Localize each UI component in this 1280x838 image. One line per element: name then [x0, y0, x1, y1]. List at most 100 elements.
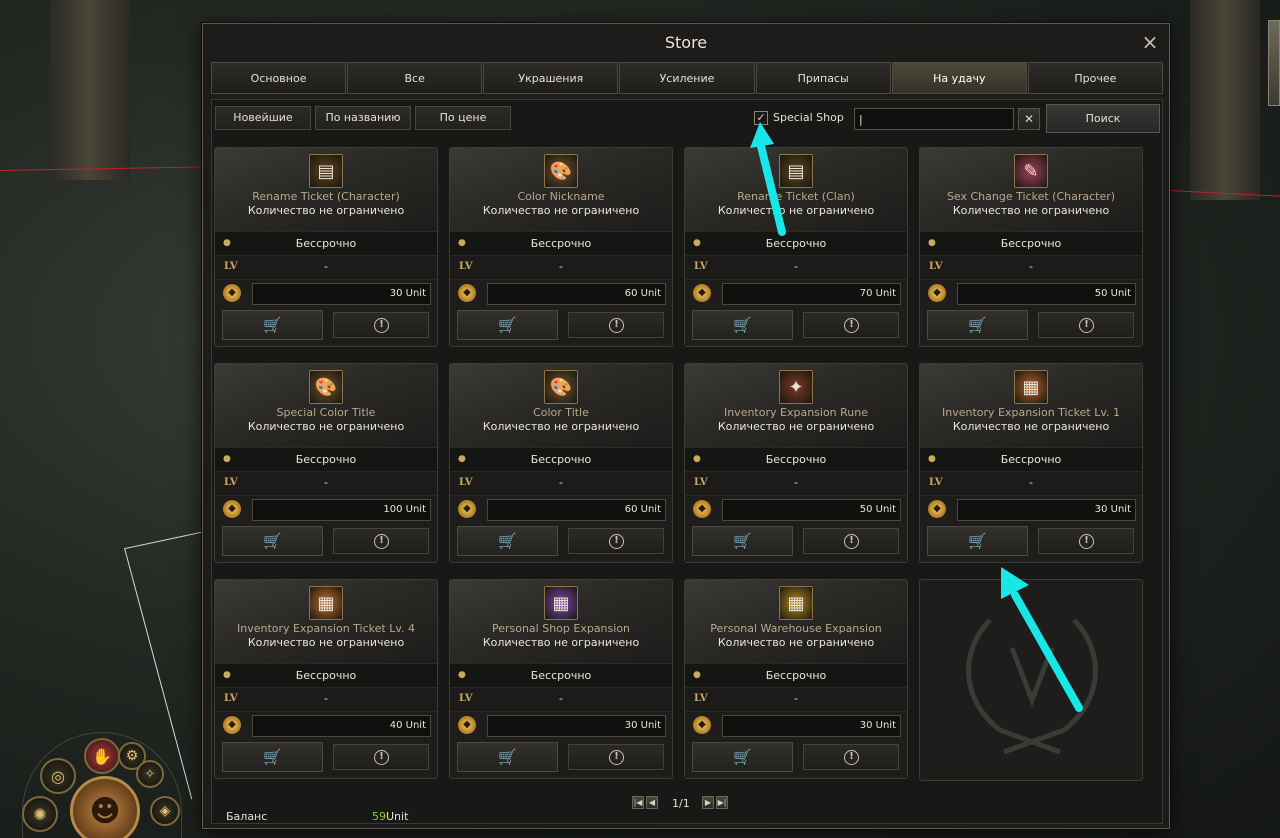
- item-quantity: Количество не ограничено: [482, 420, 640, 433]
- item-price: 100 Unit: [252, 499, 431, 521]
- special-shop-checkbox[interactable]: ✓: [754, 111, 768, 125]
- item-quantity: Количество не ограничено: [482, 204, 640, 217]
- level-value: -: [1029, 476, 1033, 489]
- info-icon: !: [1079, 318, 1094, 333]
- info-button[interactable]: !: [803, 312, 899, 338]
- cart-icon[interactable]: 🛒: [692, 310, 793, 340]
- cart-icon[interactable]: 🛒: [692, 742, 793, 772]
- background-pillar-left: [50, 0, 130, 180]
- clear-search-icon[interactable]: ✕: [1018, 108, 1040, 130]
- tab-all[interactable]: Все: [347, 62, 483, 94]
- item-card-header: ▤ Rename Ticket (Character) Количество не …: [215, 148, 437, 232]
- item-card: ▦ Inventory Expansion Ticket Lv. 4 Количес…: [214, 579, 438, 779]
- item-name: Inventory Expansion Ticket Lv. 4: [237, 622, 415, 635]
- hud-buff-button[interactable]: ✺: [22, 796, 58, 832]
- item-card: 🎨 Color Nickname Количество не ограничено ●…: [449, 147, 673, 347]
- item-name: Sex Change Ticket (Character): [946, 190, 1116, 203]
- tab-enhancement[interactable]: Усиление: [619, 62, 755, 94]
- next-page-icon[interactable]: ▶: [702, 796, 714, 809]
- duration-value: Бессрочно: [530, 453, 592, 466]
- level-value: -: [324, 260, 328, 273]
- item-grid: ▤ Rename Ticket (Character) Количество не …: [214, 147, 1154, 787]
- character-portrait[interactable]: ☻: [70, 776, 140, 838]
- close-icon[interactable]: ×: [1139, 31, 1161, 53]
- cart-icon[interactable]: 🛒: [457, 742, 558, 772]
- tab-decorations[interactable]: Украшения: [483, 62, 619, 94]
- hud-attack-button[interactable]: ✋: [84, 738, 120, 774]
- cart-icon[interactable]: 🛒: [222, 742, 323, 772]
- sort-newest-button[interactable]: Новейшие: [215, 106, 311, 130]
- info-button[interactable]: !: [333, 528, 429, 554]
- info-button[interactable]: !: [1038, 312, 1134, 338]
- search-input[interactable]: [854, 108, 1014, 130]
- level-row: LV -: [215, 256, 437, 280]
- cart-icon[interactable]: 🛒: [927, 526, 1028, 556]
- duration-value: Бессрочно: [295, 237, 357, 250]
- coin-icon: ◆: [928, 284, 946, 302]
- cart-icon[interactable]: 🛒: [222, 310, 323, 340]
- cart-icon[interactable]: 🛒: [927, 310, 1028, 340]
- duration-row: ● Бессрочно: [685, 232, 907, 256]
- prev-page-icon[interactable]: ◀: [646, 796, 658, 809]
- cart-icon[interactable]: 🛒: [457, 526, 558, 556]
- background-pillar-right: [1190, 0, 1260, 200]
- info-button[interactable]: !: [803, 528, 899, 554]
- coin-icon: ◆: [223, 500, 241, 518]
- cart-icon[interactable]: 🛒: [222, 526, 323, 556]
- sort-by-price-button[interactable]: По цене: [415, 106, 511, 130]
- info-button[interactable]: !: [568, 312, 664, 338]
- balance-amount: 59: [372, 810, 386, 823]
- item-name: Rename Ticket (Character): [252, 190, 400, 203]
- coin-icon: ◆: [223, 284, 241, 302]
- tab-other[interactable]: Прочее: [1027, 62, 1163, 94]
- tab-luck[interactable]: На удачу: [891, 62, 1027, 94]
- info-button[interactable]: !: [568, 528, 664, 554]
- coin-icon: ◆: [458, 716, 476, 734]
- hud-target-button[interactable]: ◈: [150, 796, 180, 826]
- level-row: LV -: [450, 688, 672, 712]
- hud-skill-button[interactable]: ◎: [40, 758, 76, 794]
- info-button[interactable]: !: [803, 744, 899, 770]
- item-quantity: Количество не ограничено: [952, 204, 1110, 217]
- first-page-icon[interactable]: |◀: [632, 796, 644, 809]
- item-price: 70 Unit: [722, 283, 901, 305]
- level-row: LV -: [920, 472, 1142, 496]
- item-card: ▦ Personal Shop Expansion Количество не ог…: [449, 579, 673, 779]
- level-value: -: [794, 476, 798, 489]
- cart-icon[interactable]: 🛒: [457, 310, 558, 340]
- level-value: -: [324, 692, 328, 705]
- info-button[interactable]: !: [333, 744, 429, 770]
- info-icon: !: [844, 750, 859, 765]
- item-price: 50 Unit: [722, 499, 901, 521]
- item-card: ✎ Sex Change Ticket (Character) Количество…: [919, 147, 1143, 347]
- duration-row: ● Бессрочно: [920, 448, 1142, 472]
- item-card-header: ✦ Inventory Expansion Rune Количество не о…: [685, 364, 907, 448]
- item-card-header: ▦ Personal Shop Expansion Количество не ог…: [450, 580, 672, 664]
- info-button[interactable]: !: [333, 312, 429, 338]
- item-card: ✦ Inventory Expansion Rune Количество не о…: [684, 363, 908, 563]
- item-card-header: ✎ Sex Change Ticket (Character) Количество…: [920, 148, 1142, 232]
- duration-value: Бессрочно: [1000, 453, 1062, 466]
- duration-row: ● Бессрочно: [450, 664, 672, 688]
- item-price: 50 Unit: [957, 283, 1136, 305]
- item-quantity: Количество не ограничено: [482, 636, 640, 649]
- tab-supplies[interactable]: Припасы: [755, 62, 891, 94]
- balance-label: Баланс: [226, 810, 268, 823]
- page-indicator: 1/1: [672, 797, 690, 810]
- info-icon: !: [374, 318, 389, 333]
- last-page-icon[interactable]: ▶|: [716, 796, 728, 809]
- item-price: 40 Unit: [252, 715, 431, 737]
- item-price: 60 Unit: [487, 499, 666, 521]
- balance-unit: Unit: [386, 810, 409, 823]
- tab-main[interactable]: Основное: [211, 62, 347, 94]
- sort-by-name-button[interactable]: По названию: [315, 106, 411, 130]
- hud-pet-button[interactable]: ✧: [136, 760, 164, 788]
- info-button[interactable]: !: [568, 744, 664, 770]
- search-button[interactable]: Поиск: [1046, 104, 1160, 133]
- cart-icon[interactable]: 🛒: [692, 526, 793, 556]
- coin-icon: ◆: [693, 284, 711, 302]
- item-quantity: Количество не ограничено: [717, 636, 875, 649]
- info-button[interactable]: !: [1038, 528, 1134, 554]
- item-card-header: 🎨 Color Title Количество не ограничено: [450, 364, 672, 448]
- info-icon: !: [844, 534, 859, 549]
